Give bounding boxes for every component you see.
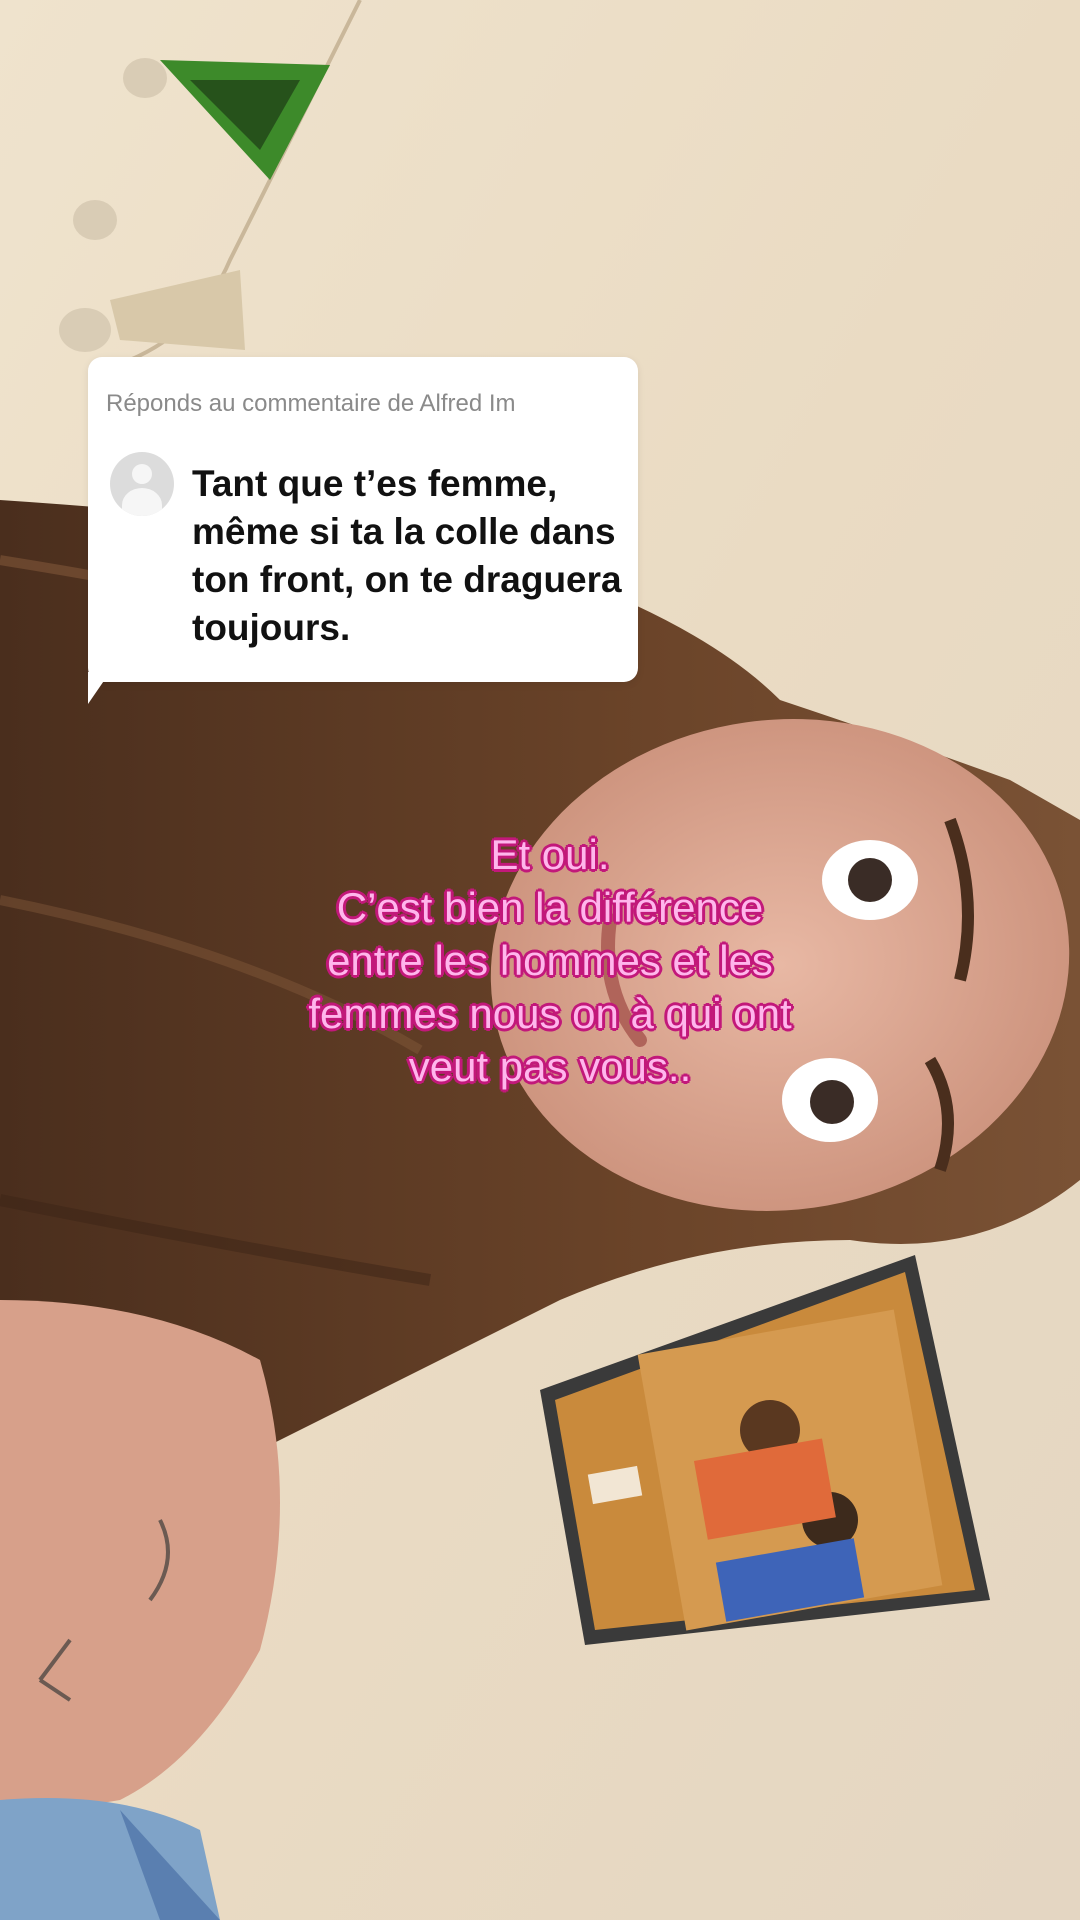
comment-reply-tail	[88, 672, 110, 704]
caption-overlay: Et oui. C’est bien la différence entre l…	[200, 828, 900, 1093]
caption-line: Et oui.	[490, 831, 610, 878]
avatar-head	[132, 464, 152, 484]
caption-line: C’est bien la différence	[336, 884, 764, 931]
reply-comment-text: Tant que t’es femme, même si ta la colle…	[192, 463, 622, 648]
caption-line: entre les hommes et les	[327, 937, 773, 984]
caption-line: veut pas vous..	[408, 1043, 692, 1090]
reply-header: Réponds au commentaire de Alfred Im	[106, 390, 516, 417]
caption-line: femmes nous on à qui ont	[308, 990, 792, 1037]
default-user-avatar-icon[interactable]	[110, 452, 174, 516]
avatar-body	[122, 488, 162, 516]
